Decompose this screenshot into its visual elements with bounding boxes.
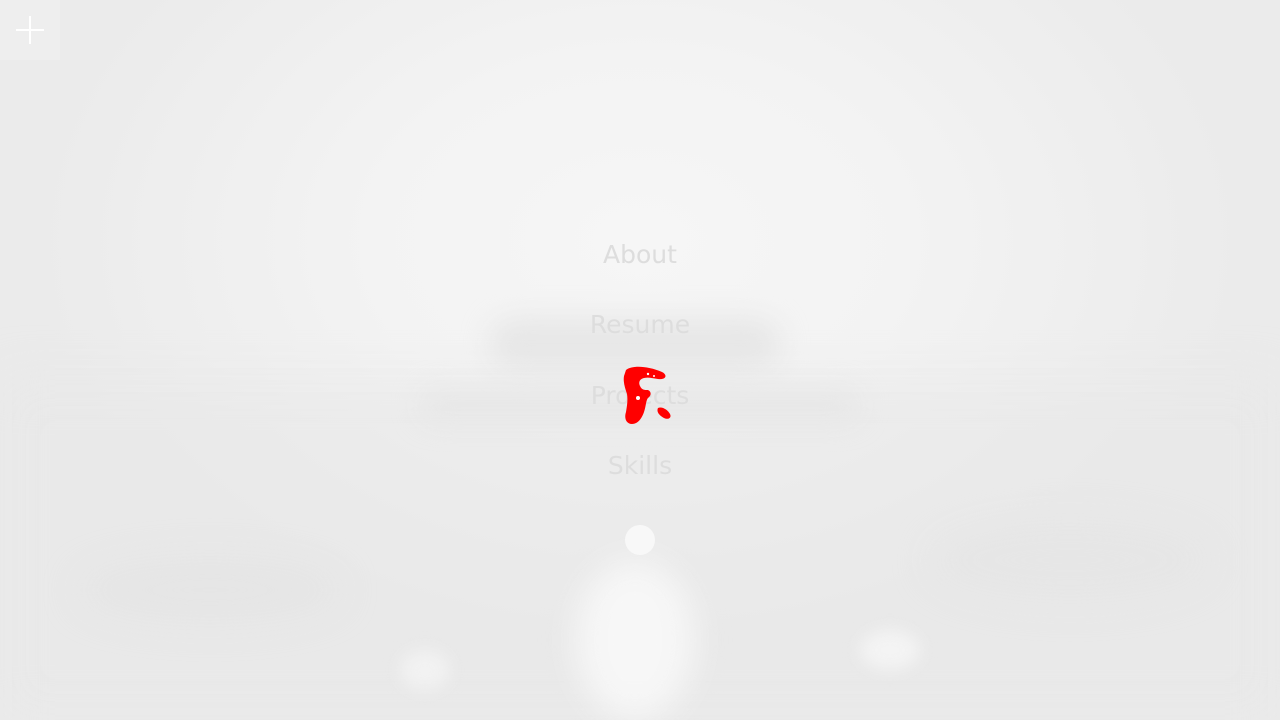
nav-item-about[interactable]: About — [440, 237, 840, 273]
nav-item-skills[interactable]: Skills — [440, 448, 840, 484]
nav-item-projects[interactable]: Projects — [440, 378, 840, 414]
circle-dot-icon[interactable] — [625, 525, 655, 555]
page: About Resume Projects Skills — [0, 0, 1280, 720]
nav-item-resume[interactable]: Resume — [440, 307, 840, 343]
main-nav: About Resume Projects Skills — [440, 220, 840, 500]
plus-icon — [16, 16, 44, 44]
menu-toggle-button[interactable] — [0, 0, 60, 60]
